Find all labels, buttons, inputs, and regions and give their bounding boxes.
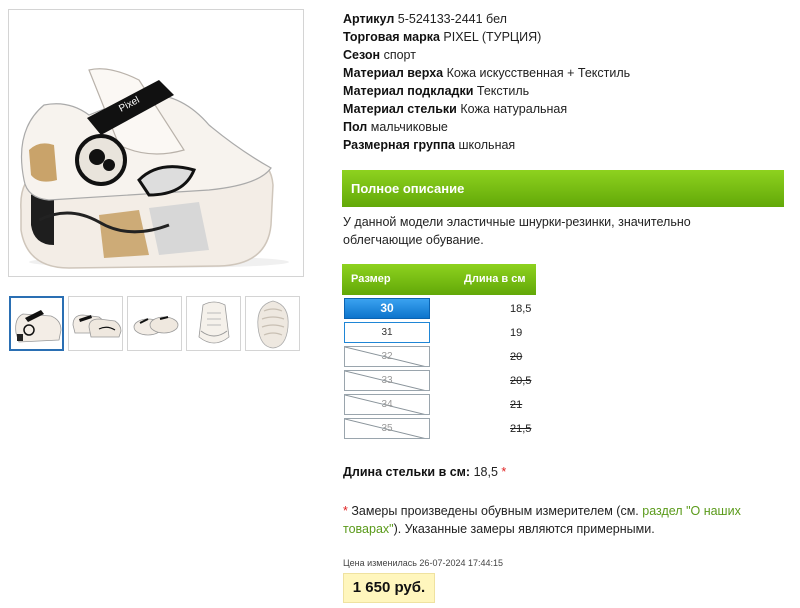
size-row: 34 21 [342,393,536,417]
spec-row: Торговая марка PIXEL (ТУРЦИЯ) [343,28,783,46]
size-row: 33 20,5 [342,369,536,393]
spec-label: Артикул [343,12,395,26]
length-column-header: Длина в см [464,273,526,285]
insole-value: 18,5 [473,465,498,479]
sneaker-illustration: Pixel [9,10,303,276]
spec-value: PIXEL (ТУРЦИЯ) [443,30,542,44]
spec-value: Кожа натуральная [460,102,568,116]
description-text: У данной модели эластичные шнурки-резинк… [343,215,691,247]
size-number: 33 [381,375,393,386]
sneaker-sole-thumb [257,300,289,349]
spec-label: Материал верха [343,66,444,80]
price: 1 650 руб. [343,573,435,603]
size-length: 20,5 [510,375,532,387]
thumbnail-4[interactable] [186,296,241,351]
size-row: 30 18,5 [342,297,536,321]
size-option-33: 33 [344,370,430,391]
spec-label: Сезон [343,48,381,62]
spec-value: школьная [458,138,516,152]
spec-label: Пол [343,120,368,134]
size-option-31[interactable]: 31 [344,322,430,343]
spec-row: Материал стельки Кожа натуральная [343,100,783,118]
size-option-34: 34 [344,394,430,415]
thumbnail-3[interactable] [127,296,182,351]
note-text-after: ). Указанные замеры являются примерными. [393,522,655,536]
size-length: 21,5 [510,423,532,435]
size-number: 35 [381,423,393,434]
note-text-before: Замеры произведены обувным измерителем (… [347,504,643,518]
product-main-image[interactable]: Pixel [8,9,304,277]
spec-value: Кожа искусственная + Текстиль [446,66,631,80]
insole-label: Длина стельки в см: [343,465,471,479]
measurement-note: * Замеры произведены обувным измерителем… [343,502,763,538]
spec-value: спорт [383,48,416,62]
description-header[interactable]: Полное описание [342,170,784,207]
spec-value: 5-524133-2441 бел [397,12,507,26]
product-specs: Артикул 5-524133-2441 бел Торговая марка… [343,10,783,154]
size-row: 31 19 [342,321,536,345]
size-row: 35 21,5 [342,417,536,441]
sneaker-front-pair-thumb [133,316,179,336]
size-option-35: 35 [344,418,430,439]
price-changed-date: Цена изменилась 26-07-2024 17:44:15 [343,558,504,568]
size-option-32: 32 [344,346,430,367]
spec-label: Материал стельки [343,102,457,116]
size-table-header: Размер Длина в см [342,264,536,295]
spec-row: Размерная группа школьная [343,136,783,154]
size-number: 34 [381,399,393,410]
spec-value: мальчиковые [370,120,448,134]
thumbnail-1[interactable] [9,296,64,351]
size-column-header: Размер [351,273,391,285]
size-length: 19 [510,327,523,339]
spec-label: Торговая марка [343,30,440,44]
sneaker-pair-thumb [72,314,122,338]
spec-label: Размерная группа [343,138,455,152]
required-star: * [501,465,507,479]
spec-value: Текстиль [476,84,530,98]
spec-label: Материал подкладки [343,84,474,98]
sneaker-top-thumb [198,301,230,344]
size-number: 31 [381,327,393,338]
size-number: 32 [381,351,393,362]
insole-length: Длина стельки в см: 18,5 * [343,465,506,479]
size-length: 18,5 [510,303,532,315]
spec-row: Артикул 5-524133-2441 бел [343,10,783,28]
size-option-30[interactable]: 30 [344,298,430,319]
sneaker-side-thumb [15,310,62,343]
spec-row: Сезон спорт [343,46,783,64]
spec-row: Материал подкладки Текстиль [343,82,783,100]
size-number: 30 [380,301,394,315]
size-length: 20 [510,351,523,363]
size-table: Размер Длина в см 30 18,5 31 19 32 20 33… [342,264,536,439]
spec-row: Материал верха Кожа искусственная + Текс… [343,64,783,82]
size-length: 21 [510,399,523,411]
size-row: 32 20 [342,345,536,369]
thumbnail-2[interactable] [68,296,123,351]
thumbnail-5[interactable] [245,296,300,351]
spec-row: Пол мальчиковые [343,118,783,136]
